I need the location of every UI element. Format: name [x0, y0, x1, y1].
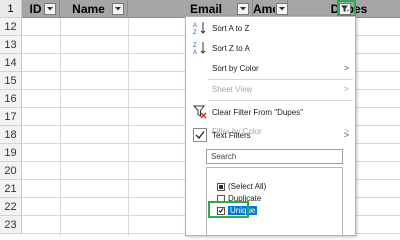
chevron-right-icon: > — [343, 84, 349, 94]
header-id-label: ID — [29, 2, 42, 16]
sort-descending-icon: Z A — [193, 41, 207, 56]
svg-text:Z: Z — [193, 43, 197, 49]
row-header[interactable]: 12 — [0, 18, 22, 36]
svg-text:Z: Z — [193, 30, 197, 35]
list-item-label: (Select All) — [228, 182, 267, 191]
row-header[interactable]: 13 — [0, 36, 22, 54]
row-header[interactable]: 14 — [0, 54, 22, 72]
menu-sort-a-to-z[interactable]: A Z Sort A to Z — [186, 19, 357, 37]
menu-sort-a-to-z-label: Sort A to Z — [212, 23, 250, 33]
menu-clear-filter-label: Clear Filter From "Dupes" — [212, 107, 304, 117]
menu-clear-filter[interactable]: Clear Filter From "Dupes" — [186, 103, 357, 121]
menu-sheet-view: Sheet View > — [186, 80, 357, 98]
menu-sort-by-color-label: Sort by Color — [212, 63, 259, 73]
menu-separator — [208, 100, 353, 101]
checkbox-partial-icon[interactable] — [217, 182, 225, 191]
menu-text-filters[interactable]: Text Filters > — [186, 125, 357, 145]
filter-search-input[interactable]: Search — [206, 149, 343, 164]
autofilter-menu: A Z Sort A to Z Z A Sort Z to A Sort by … — [185, 16, 357, 237]
filter-dropdown-icon[interactable] — [237, 3, 249, 15]
list-item-select-all[interactable]: (Select All) — [217, 181, 266, 192]
header-amount-label: Amour — [253, 2, 275, 16]
menu-sort-by-color[interactable]: Sort by Color > — [186, 59, 357, 77]
chevron-right-icon: > — [343, 130, 349, 140]
filter-dropdown-icon[interactable] — [112, 3, 124, 15]
column-divider — [128, 0, 129, 236]
svg-text:A: A — [193, 50, 197, 55]
header-email-label: Email — [189, 2, 222, 16]
row-header[interactable]: 22 — [0, 198, 22, 216]
row-header[interactable]: 17 — [0, 108, 22, 126]
row-header[interactable]: 19 — [0, 144, 22, 162]
row-header[interactable]: 21 — [0, 180, 22, 198]
sort-ascending-icon: A Z — [193, 21, 207, 36]
clear-filter-icon — [192, 105, 207, 119]
row-header[interactable]: 16 — [0, 90, 22, 108]
row-header-1[interactable]: 1 — [0, 0, 22, 18]
menu-sheet-view-label: Sheet View — [212, 84, 253, 94]
chevron-right-icon: > — [343, 63, 349, 73]
header-name-label: Name — [72, 2, 105, 16]
row-header[interactable]: 20 — [0, 162, 22, 180]
filter-button-highlight — [337, 0, 356, 17]
row-header[interactable]: 18 — [0, 126, 22, 144]
menu-text-filters-label: Text Filters — [212, 130, 251, 140]
filter-dropdown-icon[interactable] — [44, 3, 56, 15]
row-header[interactable]: 15 — [0, 72, 22, 90]
filter-dropdown-icon[interactable] — [276, 3, 288, 15]
header-name[interactable]: Name — [60, 0, 128, 18]
header-id[interactable]: ID — [22, 0, 60, 18]
column-divider — [60, 0, 61, 236]
unique-highlight — [208, 201, 249, 218]
row-header[interactable]: 23 — [0, 216, 22, 234]
menu-sort-z-to-a-label: Sort Z to A — [212, 43, 250, 53]
menu-sort-z-to-a[interactable]: Z A Sort Z to A — [186, 39, 357, 57]
svg-text:A: A — [193, 23, 197, 29]
checkmark-icon — [193, 128, 207, 142]
